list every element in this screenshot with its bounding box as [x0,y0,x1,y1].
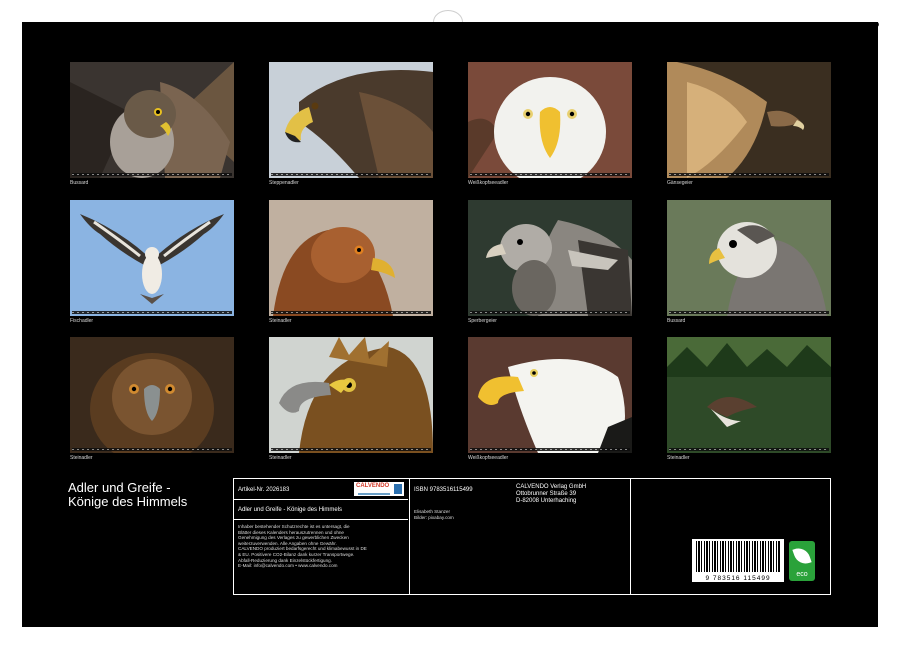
photo-caption: Steinadler [269,318,292,324]
barcode-number: 9 783516 115499 [692,575,784,582]
calendar-back-page: Bussard Steppenadler Weißkopfseeadler Gä… [22,22,878,627]
photo-caption: Bussard [667,318,685,324]
mini-calendar-strip [72,173,232,176]
eagle-illustration [70,337,234,453]
mini-calendar-strip [669,173,829,176]
legal-line: E-Mail: info@calvendo.com • www.calvendo… [238,563,406,569]
eco-badge: eco [789,541,815,581]
eagle-photo [667,337,831,453]
divider [409,479,410,594]
eagle-photo [468,62,632,178]
info-box: Artikel-Nr. 2026183 CALVENDO Adler und G… [233,478,831,595]
photo-caption: Weißkopfseeadler [468,180,508,186]
calendar-title: Adler und Greife - Könige des Himmels [68,481,248,509]
isbn-barcode: 9 783516 115499 [692,539,784,582]
eagle-illustration [70,62,234,178]
mini-calendar-strip [271,311,431,314]
author: Elisabeth Stanzer [414,509,450,515]
eagle-photo [667,62,831,178]
eagle-photo [70,200,234,316]
photo-caption: Steinadler [667,455,690,461]
eagle-illustration [468,337,632,453]
eagle-illustration [667,62,831,178]
mini-calendar-strip [72,311,232,314]
eagle-photo [70,62,234,178]
photo-caption: Weißkopfseeadler [468,455,508,461]
eagle-photo [70,337,234,453]
barcode-bars [696,541,780,572]
title-line-2: Könige des Himmels [68,495,248,509]
photo-caption: Gänsegeier [667,180,693,186]
photo-caption: Sperbergeier [468,318,497,324]
eagle-illustration [468,62,632,178]
image-credits: Bilder: pixabay.com [414,515,454,521]
eagle-photo [667,200,831,316]
article-number: Artikel-Nr. 2026183 [238,487,289,494]
mini-calendar-strip [669,311,829,314]
photo-caption: Bussard [70,180,88,186]
eagle-illustration [468,200,632,316]
eagle-illustration [70,200,234,316]
leaf-icon [792,545,811,567]
mini-calendar-strip [271,448,431,451]
brand-name: CALVENDO [356,483,389,489]
mini-calendar-strip [470,311,630,314]
eagle-photo [468,337,632,453]
photo-caption: Steinadler [269,455,292,461]
eagle-photo [269,200,433,316]
legal-text: Inhaber bestehender Schutzrechte ist es … [238,524,406,569]
eagle-illustration [269,62,433,178]
eagle-illustration [667,200,831,316]
divider [630,479,631,594]
eagle-photo [269,62,433,178]
divider [234,499,408,500]
calvendo-logo: CALVENDO [354,482,404,496]
publisher: CALVENDO Verlag GmbH [516,484,586,491]
eagle-illustration [269,200,433,316]
eagle-photo [269,337,433,453]
isbn: ISBN 9783516115499 [414,487,473,494]
title-line-1: Adler und Greife - [68,481,248,495]
eagle-illustration [269,337,433,453]
photo-caption: Fischadler [70,318,93,324]
mini-calendar-strip [271,173,431,176]
photo-caption: Steppenadler [269,180,299,186]
info-title: Adler und Greife - Könige des Himmels [238,507,342,514]
mini-calendar-strip [669,448,829,451]
eagle-photo [468,200,632,316]
mini-calendar-strip [72,448,232,451]
divider [234,519,408,520]
street: Ottobrunner Straße 39 [516,491,576,498]
eco-label: eco [789,571,815,578]
mini-calendar-strip [470,448,630,451]
mini-calendar-strip [470,173,630,176]
city: D-82008 Unterhaching [516,498,576,505]
photo-caption: Steinadler [70,455,93,461]
eagle-illustration [667,337,831,453]
